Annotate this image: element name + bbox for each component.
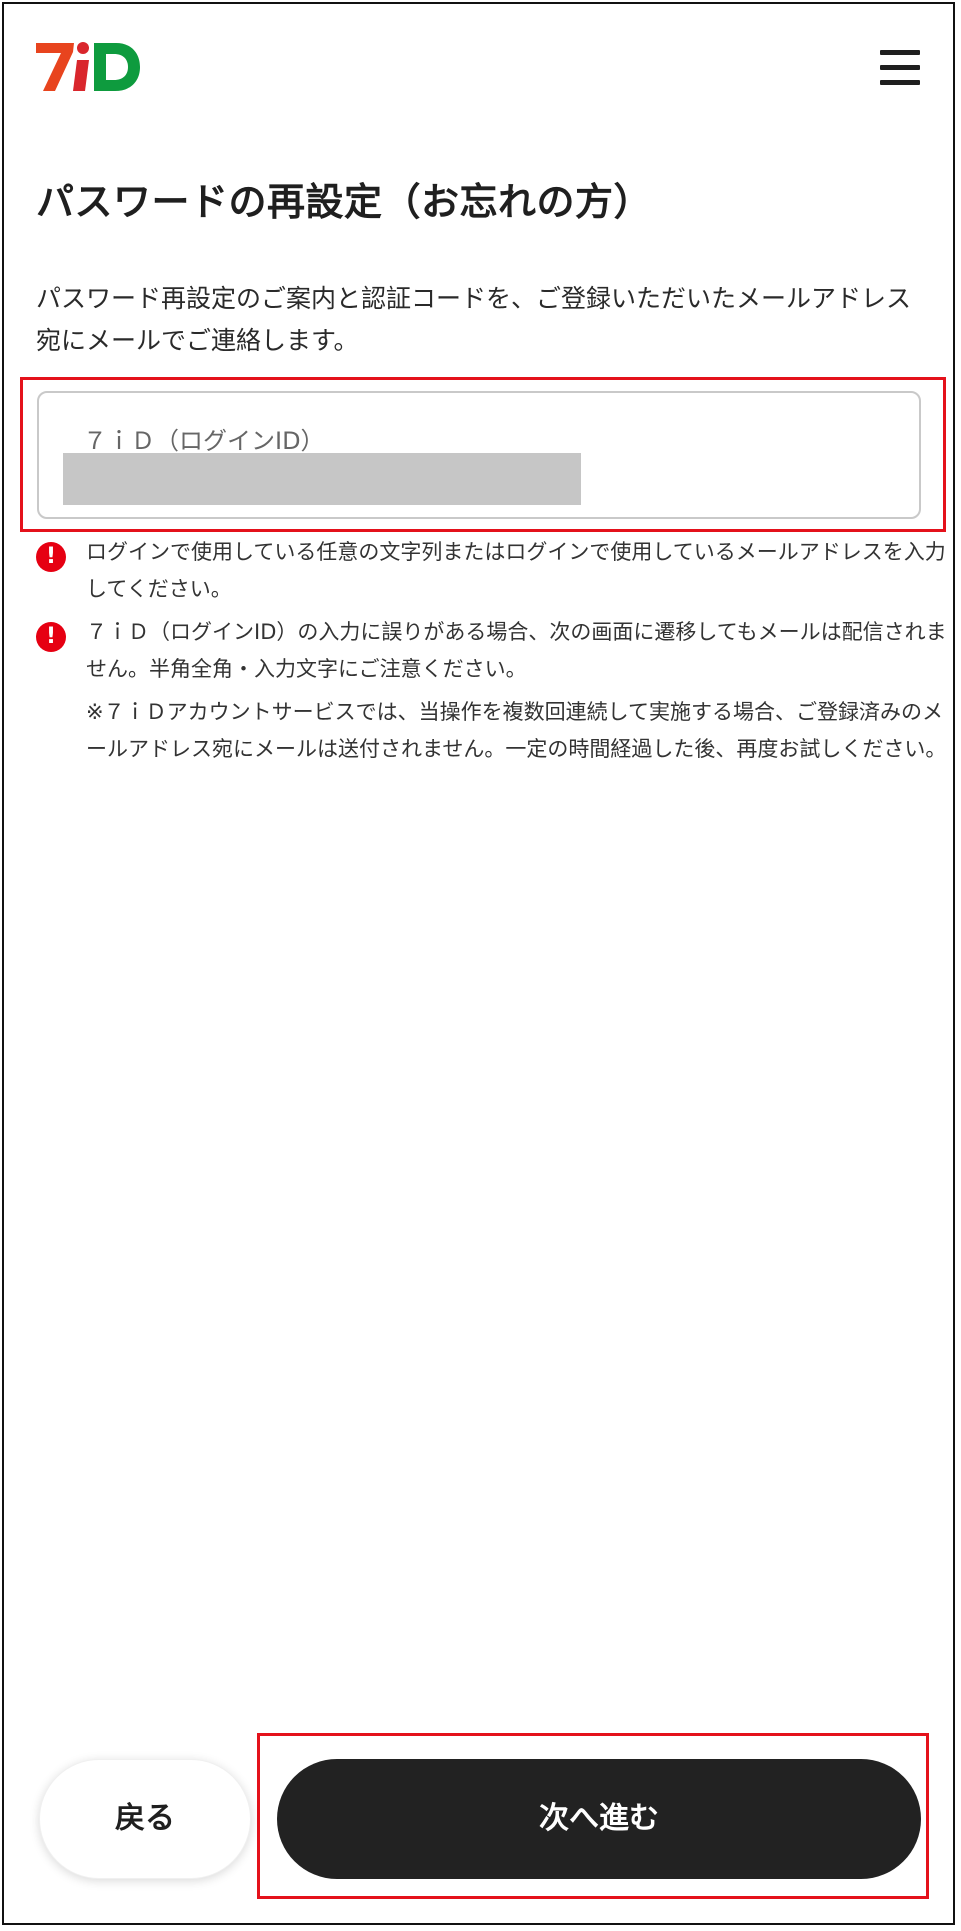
note-text: ログインで使用している任意の文字列またはログインで使用しているメールアドレスを入… — [86, 540, 946, 601]
login-id-input[interactable]: ７ｉＤ（ログインID） — [37, 391, 921, 519]
next-button[interactable]: 次へ進む — [277, 1759, 921, 1879]
menu-line — [880, 65, 920, 70]
hamburger-menu-icon[interactable] — [876, 48, 924, 86]
note-text: ※７ｉＤアカウントサービスでは、当操作を複数回連続して実施する場合、ご登録済みの… — [86, 700, 947, 761]
menu-line — [880, 80, 920, 85]
intro-text: パスワード再設定のご案内と認証コードを、ご登録いただいたメールアドレス宛にメール… — [36, 284, 912, 355]
login-id-label: ７ｉＤ（ログインID） — [83, 427, 325, 455]
menu-line — [880, 50, 920, 55]
page-title: パスワードの再設定（お忘れの方） — [36, 180, 653, 224]
alert-icon: ! — [36, 622, 66, 652]
login-id-value-redacted[interactable] — [63, 453, 581, 505]
note-text: ７ｉＤ（ログインID）の入力に誤りがある場合、次の画面に遷移してもメールは配信さ… — [86, 620, 947, 681]
7id-logo[interactable] — [34, 40, 142, 94]
alert-icon: ! — [36, 542, 66, 572]
back-button[interactable]: 戻る — [39, 1759, 251, 1879]
